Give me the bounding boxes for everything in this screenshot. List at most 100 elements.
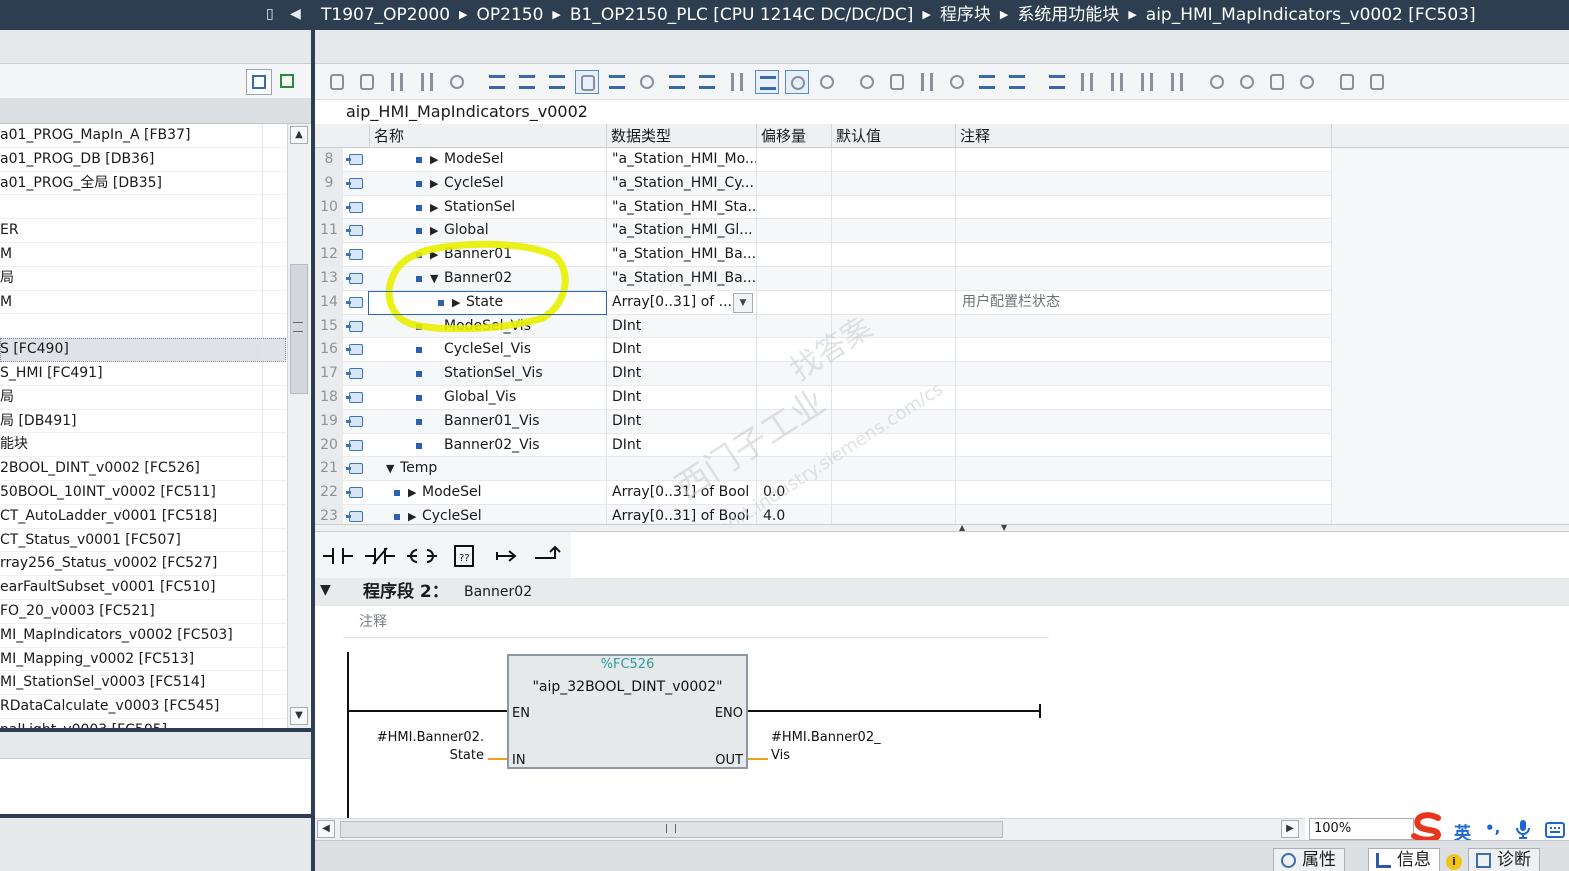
branch-icon[interactable] [1135,70,1159,94]
tree-item[interactable]: a01_PROG_DB [DB36] [0,148,286,172]
tree-item[interactable]: 局 [DB491] [0,410,286,434]
move-icon[interactable] [1075,70,1099,94]
delete-network-icon[interactable] [355,70,379,94]
list-view-icon[interactable] [515,70,539,94]
favourites-icon[interactable] [785,70,809,94]
variable-comment[interactable] [955,338,1331,363]
split-up-icon[interactable]: ▲ [959,523,965,532]
expand-icon[interactable]: ▶ [430,196,438,220]
table-row[interactable]: 10 ▶ StationSel "a_Station_HMI_Sta... [315,195,1569,220]
horizontal-scrollbar[interactable]: ◀ ▶ [315,818,1305,840]
tab-diagnostics[interactable]: 诊断 [1468,848,1540,871]
variable-offset[interactable] [756,148,831,172]
variable-name[interactable]: ModeSel [422,481,482,505]
network-collapse-icon[interactable]: ▼ [320,582,331,598]
breadcrumb-item[interactable]: OP2150 [477,5,544,25]
tree-item[interactable]: FO_20_v0003 [FC521] [0,600,286,624]
variable-name[interactable]: StationSel [444,196,515,220]
variable-name[interactable]: Temp [400,457,437,481]
project-tree-scrollbar[interactable]: ▲ ▼ [287,124,310,728]
variable-comment[interactable] [955,267,1331,291]
plc-icon[interactable] [1365,70,1389,94]
variable-datatype[interactable]: "a_Station_HMI_Cy... [606,171,756,196]
datatype-dropdown-icon[interactable]: ▼ [733,293,753,313]
collapse-icon[interactable]: ▼ [386,457,394,481]
tree-item[interactable] [0,314,286,339]
stop-icon[interactable] [1205,70,1229,94]
network-comment-field[interactable]: 注释 [343,608,1049,638]
variable-comment[interactable] [955,409,1331,434]
variable-name[interactable]: ModeSel [444,148,504,172]
nav-icon[interactable] [725,70,749,94]
tab-info[interactable]: 信息 [1368,848,1440,871]
variable-comment[interactable] [955,505,1331,524]
tool-icon[interactable] [1295,70,1319,94]
variable-name[interactable]: StationSel_Vis [444,362,543,386]
expand-icon[interactable] [975,70,999,94]
call-view-icon[interactable] [605,70,629,94]
insert-network-icon[interactable] [325,70,349,94]
ref-icon[interactable] [755,70,779,94]
breadcrumb-item[interactable]: aip_HMI_MapIndicators_v0002 [FC503] [1146,5,1476,25]
variable-offset[interactable] [756,290,831,315]
expand-icon[interactable]: ▶ [408,505,416,524]
breadcrumb-item[interactable]: B1_OP2150_PLC [CPU 1214C DC/DC/DC] [570,5,913,25]
tab-properties[interactable]: 属性 [1273,848,1345,871]
tree-item[interactable]: ER [0,219,286,243]
variable-comment[interactable] [955,314,1331,339]
display-icon[interactable] [1335,70,1359,94]
insert-row-icon[interactable] [385,70,409,94]
breadcrumb-item[interactable]: 系统用功能块 [1017,5,1119,25]
column-datatype[interactable]: 数据类型 [606,124,756,148]
variable-comment[interactable] [955,481,1331,505]
scroll-right-icon[interactable]: ▶ [1281,820,1299,838]
network-header[interactable]: ▼ 程序段 2： Banner02 [315,578,1569,606]
undo-icon[interactable] [1235,70,1259,94]
variable-datatype[interactable]: "a_Station_HMI_Sta... [606,195,756,220]
variable-name[interactable]: CycleSel [444,172,504,196]
tree-item[interactable]: S [FC490] [0,338,286,362]
add-row-icon[interactable] [415,70,439,94]
tree-item[interactable]: S_HMI [FC491] [0,362,286,386]
tree-item[interactable]: 局 [0,386,286,410]
tree-item[interactable]: MI_Mapping_v0002 [FC513] [0,648,286,672]
comments-icon[interactable] [575,70,599,94]
tree-item[interactable]: MI_MapIndicators_v0002 [FC503] [0,624,286,648]
tree-item[interactable]: 能块 [0,433,286,458]
variable-offset[interactable] [756,243,831,267]
watch-icon[interactable] [945,70,969,94]
tree-item[interactable]: a01_PROG_MapIn_A [FB37] [0,124,286,148]
variable-offset[interactable] [756,195,831,220]
redo-icon[interactable] [1265,70,1289,94]
ime-punct[interactable]: •, [1485,819,1500,837]
variable-comment[interactable] [955,243,1331,267]
column-comment[interactable]: 注释 [955,124,1331,148]
variable-comment[interactable]: 用户配置栏状态 [955,290,1331,315]
editor-split-bar[interactable]: ▲ ▼ [315,523,1569,532]
table-row[interactable]: 8 ▶ ModeSel "a_Station_HMI_Mo... [315,148,1569,172]
breadcrumb-item[interactable]: 程序块 [940,5,991,25]
lad-elements-icons[interactable]: ?? [321,540,571,572]
scroll-up-icon[interactable]: ▲ [290,126,308,144]
tree-item[interactable]: CT_AutoLadder_v0001 [FC518] [0,505,286,529]
tree-item[interactable]: MI_StationSel_v0003 [FC514] [0,671,286,696]
export-icon[interactable] [275,69,301,95]
variable-comment[interactable] [955,457,1331,482]
variable-offset[interactable] [756,219,831,244]
step-icon[interactable] [1105,70,1129,94]
tree-item[interactable]: 50BOOL_10INT_v0002 [FC511] [0,481,286,505]
variable-offset[interactable] [756,171,831,196]
tree-item[interactable]: M [0,291,286,315]
structure-icon[interactable] [695,70,719,94]
sogou-logo-icon[interactable] [1410,812,1446,842]
expand-icon[interactable]: ▶ [430,148,438,172]
fb-pin-eno[interactable]: ENO [715,706,743,722]
keyboard-icon[interactable] [1545,822,1565,838]
column-offset[interactable]: 偏移量 [756,124,831,148]
variable-datatype[interactable]: "a_Station_HMI_Gl... [606,219,756,244]
breadcrumb-item[interactable]: T1907_OP2000 [321,5,450,25]
input-operand[interactable]: #HMI.Banner02. State [370,729,484,765]
block-view-icon[interactable] [545,70,569,94]
expand-icon[interactable]: ▶ [430,172,438,196]
tree-item[interactable]: RDataCalculate_v0003 [FC545] [0,695,286,719]
